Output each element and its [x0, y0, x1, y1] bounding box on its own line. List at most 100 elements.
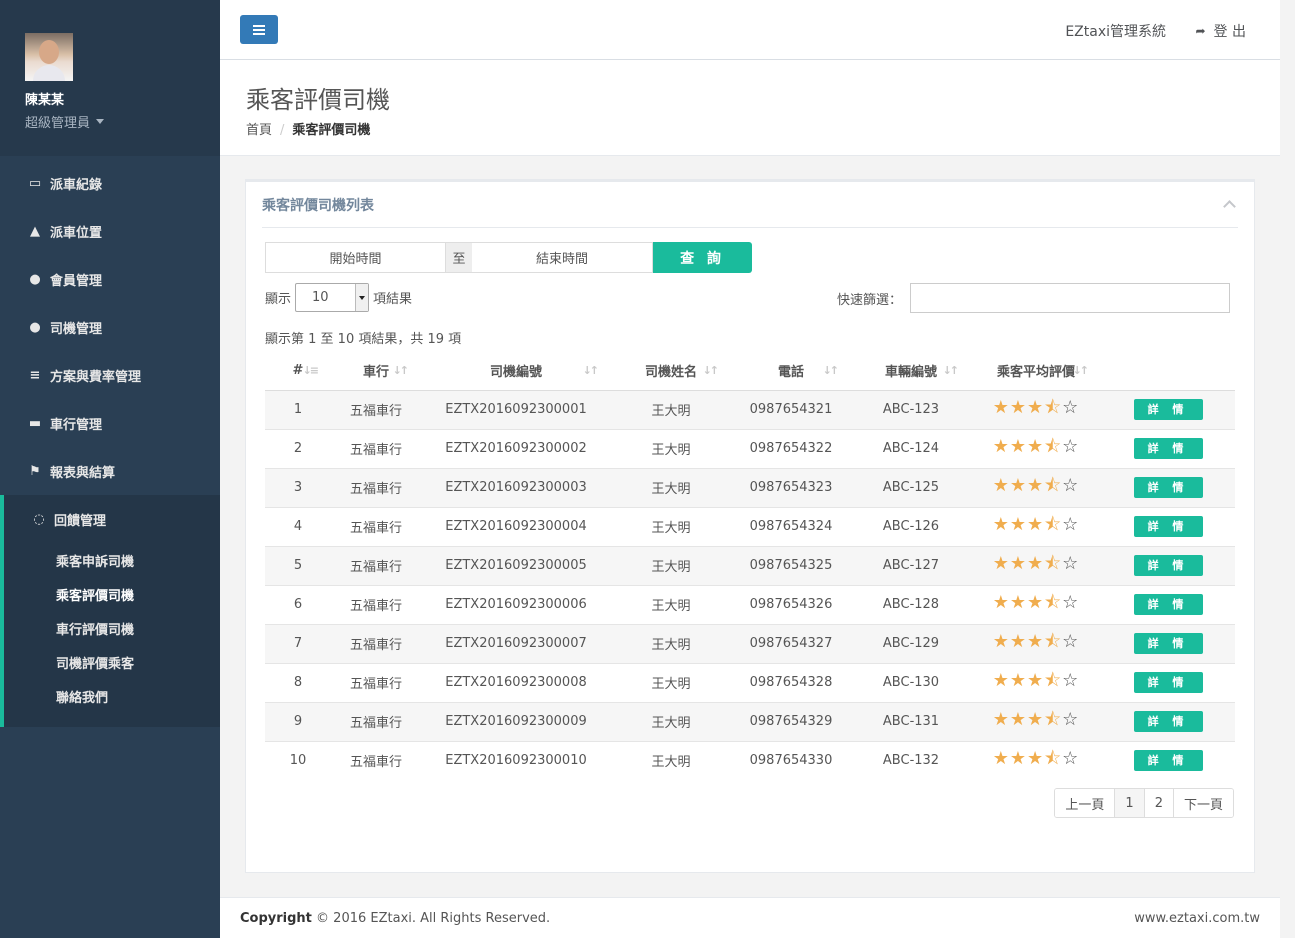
sidebar-item[interactable]: ▭ 派車紀錄	[0, 159, 220, 207]
detail-button[interactable]: 詳 情	[1133, 438, 1203, 459]
comment-icon: ◌	[33, 511, 45, 527]
sidebar-item-feedback[interactable]: ◌ 回饋管理	[4, 495, 220, 543]
star-half-icon: ⯪	[1044, 630, 1063, 652]
breadcrumb-home[interactable]: 首頁	[246, 123, 272, 138]
profile-panel: 陳某某 超級管理員	[0, 0, 220, 156]
column-header[interactable]: 乘客平均評價 ↓↑	[971, 351, 1101, 391]
detail-button[interactable]: 詳 情	[1133, 555, 1203, 576]
detail-button[interactable]: 詳 情	[1133, 477, 1203, 498]
site-url[interactable]: www.eztaxi.com.tw	[1134, 911, 1260, 926]
plate-cell: ABC-128	[851, 584, 971, 624]
pagination-next[interactable]: 下一頁	[1172, 789, 1233, 817]
table-row: 2 五福車行 EZTX2016092300002 王大明 0987654322 ABC-1…	[265, 428, 1235, 468]
logout-link[interactable]: ➦ 登 出	[1195, 21, 1246, 41]
action-cell: 詳 情	[1101, 428, 1235, 468]
driver-name-cell: 王大明	[611, 662, 731, 702]
company-cell: 五福車行	[331, 662, 421, 702]
column-header-label: 乘客平均評價	[996, 364, 1075, 380]
star-filled-icon: ★	[992, 435, 1010, 457]
rating-cell: ★★★⯪☆	[971, 389, 1101, 429]
star-filled-icon: ★	[992, 396, 1010, 418]
action-cell: 詳 情	[1101, 389, 1235, 429]
detail-button[interactable]: 詳 情	[1133, 633, 1203, 654]
phone-cell: 0987654330	[731, 740, 851, 780]
start-time-input[interactable]: 開始時間	[265, 242, 446, 273]
hamburger-icon	[253, 28, 265, 31]
collapse-chevron-icon[interactable]	[1223, 200, 1236, 213]
page-gutter	[1280, 0, 1295, 938]
pagination-page[interactable]: 1	[1114, 789, 1144, 817]
rating-cell: ★★★⯪☆	[971, 662, 1101, 702]
sidebar-item-label: 方案與費率管理	[50, 369, 142, 385]
submenu-item[interactable]: 車行評價司機	[4, 611, 220, 645]
star-empty-icon: ☆	[1062, 591, 1080, 613]
pagination-prev[interactable]: 上一頁	[1055, 789, 1115, 817]
sidebar-item[interactable]: ▬ 車行管理	[0, 399, 220, 447]
sidebar-item[interactable]: ▲ 派車位置	[0, 207, 220, 255]
star-half-icon: ⯪	[1044, 474, 1063, 496]
table-body: 1 五福車行 EZTX2016092300001 王大明 0987654321 ABC-1…	[265, 389, 1235, 780]
driver-id-cell: EZTX2016092300003	[421, 467, 611, 507]
table-row: 1 五福車行 EZTX2016092300001 王大明 0987654321 ABC-1…	[265, 389, 1235, 429]
company-cell: 五福車行	[331, 389, 421, 429]
plate-cell: ABC-127	[851, 545, 971, 585]
sort-icon: ↓≡	[302, 364, 320, 377]
sidebar-item-label: 派車位置	[50, 225, 103, 241]
column-header[interactable]: # ↓≡	[265, 351, 331, 391]
star-filled-icon: ★	[1009, 552, 1027, 574]
detail-button[interactable]: 詳 情	[1133, 399, 1203, 420]
sidebar-item[interactable]: ⚑ 報表與結算	[0, 447, 220, 495]
row-number: 4	[265, 506, 331, 546]
column-header[interactable]: 司機編號 ↓↑	[421, 351, 611, 391]
query-button[interactable]: 查 詢	[653, 242, 752, 273]
sidebar-item[interactable]: ● 會員管理	[0, 255, 220, 303]
user-role: 超級管理員	[25, 116, 91, 131]
breadcrumb-separator: /	[280, 123, 285, 138]
driver-id-cell: EZTX2016092300010	[421, 740, 611, 780]
star-filled-icon: ★	[992, 708, 1010, 730]
rating-stars: ★★★⯪☆	[993, 397, 1080, 418]
column-header[interactable]: 電話 ↓↑	[731, 351, 851, 391]
sidebar-item-label: 回饋管理	[54, 513, 107, 529]
plate-cell: ABC-131	[851, 701, 971, 741]
date-range-separator: 至	[446, 242, 472, 273]
breadcrumb-current: 乘客評價司機	[292, 123, 371, 138]
submenu-item[interactable]: 聯絡我們	[4, 679, 220, 713]
submenu-item[interactable]: 司機評價乘客	[4, 645, 220, 679]
column-header	[1101, 351, 1235, 391]
menu-toggle-button[interactable]	[240, 15, 278, 44]
page-length-select[interactable]: 10	[295, 283, 370, 312]
pagination-page[interactable]: 2	[1143, 789, 1173, 817]
submenu-item[interactable]: 乘客申訴司機	[4, 543, 220, 577]
sidebar-item[interactable]: ≡ 方案與費率管理	[0, 351, 220, 399]
star-filled-icon: ★	[992, 513, 1010, 535]
column-header[interactable]: 車行 ↓↑	[331, 351, 421, 391]
star-half-icon: ⯪	[1044, 669, 1063, 691]
quick-filter-input[interactable]	[910, 283, 1230, 313]
column-header[interactable]: 司機姓名 ↓↑	[611, 351, 731, 391]
sidebar-item[interactable]: ● 司機管理	[0, 303, 220, 351]
star-filled-icon: ★	[992, 669, 1010, 691]
detail-button[interactable]: 詳 情	[1133, 516, 1203, 537]
submenu-item[interactable]: 乘客評價司機	[4, 577, 220, 611]
user-name: 陳某某	[25, 93, 65, 108]
star-filled-icon: ★	[1009, 396, 1027, 418]
column-header[interactable]: 車輛編號 ↓↑	[851, 351, 971, 391]
driver-name-cell: 王大明	[611, 701, 731, 741]
driver-name-cell: 王大明	[611, 467, 731, 507]
star-empty-icon: ☆	[1062, 747, 1080, 769]
detail-button[interactable]: 詳 情	[1133, 672, 1203, 693]
star-half-icon: ⯪	[1044, 396, 1063, 418]
star-filled-icon: ★	[992, 552, 1010, 574]
detail-button[interactable]: 詳 情	[1133, 750, 1203, 772]
star-empty-icon: ☆	[1062, 474, 1080, 496]
detail-button[interactable]: 詳 情	[1133, 711, 1203, 732]
user-role-dropdown[interactable]: 超級管理員	[25, 112, 220, 131]
driver-name-cell: 王大明	[611, 389, 731, 429]
phone-cell: 0987654325	[731, 545, 851, 585]
end-time-input[interactable]: 結束時間	[472, 242, 653, 273]
star-empty-icon: ☆	[1062, 396, 1080, 418]
table-row: 10 五福車行 EZTX2016092300010 王大明 0987654330 ABC-…	[265, 740, 1235, 780]
driver-name-cell: 王大明	[611, 740, 731, 780]
detail-button[interactable]: 詳 情	[1133, 594, 1203, 615]
